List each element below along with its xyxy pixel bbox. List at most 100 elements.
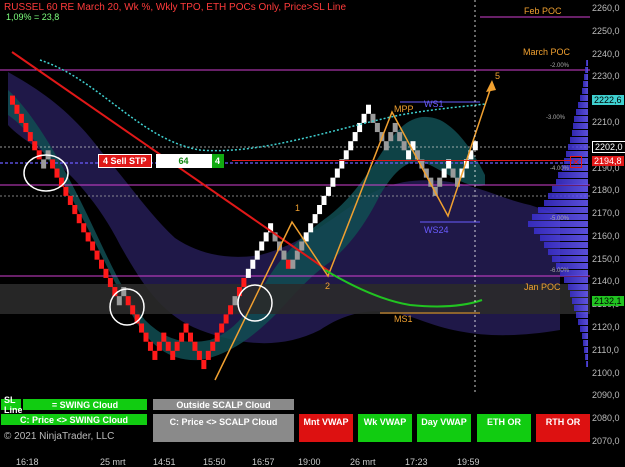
- renko-brick: [388, 132, 394, 142]
- renko-brick: [201, 359, 207, 370]
- copyright-text: © 2021 NinjaTrader, LLC: [4, 431, 115, 442]
- renko-brick: [392, 122, 398, 133]
- renko-brick: [174, 341, 180, 351]
- volume-profile-bar: [574, 305, 588, 311]
- volume-profile-bar: [570, 291, 588, 297]
- mnt-vwap-button[interactable]: Mnt VWAP: [298, 413, 354, 443]
- renko-brick: [259, 241, 265, 251]
- volume-profile-bar: [572, 298, 588, 304]
- volume-profile-bar: [582, 333, 588, 339]
- volume-profile-bar: [578, 319, 588, 325]
- renko-brick: [352, 132, 358, 142]
- volume-profile-bar: [585, 67, 588, 73]
- renko-brick: [27, 132, 33, 142]
- renko-brick: [325, 186, 331, 196]
- volume-profile-bar: [584, 74, 588, 80]
- price-swing-cloud-button[interactable]: C: Price <> SWING Cloud: [0, 413, 148, 426]
- renko-brick: [116, 296, 122, 306]
- price-tag-order: 2194,8: [592, 156, 624, 166]
- renko-brick: [85, 232, 91, 242]
- rth-or-button[interactable]: RTH OR: [535, 413, 591, 443]
- renko-brick: [99, 259, 104, 269]
- renko-brick: [281, 250, 287, 260]
- renko-brick: [241, 277, 247, 288]
- renko-brick: [32, 141, 38, 151]
- price-scalp-cloud-button[interactable]: C: Price <> SCALP Cloud: [152, 413, 295, 443]
- renko-brick: [188, 332, 193, 342]
- price-axis-label: 2120,0: [592, 322, 620, 333]
- volume-profile-bar: [583, 340, 588, 346]
- volume-profile-bar: [576, 109, 588, 115]
- volume-profile-bar: [552, 256, 588, 262]
- renko-brick: [165, 341, 171, 351]
- price-tag-vwap: 2222,6: [592, 95, 624, 105]
- order-line: [232, 160, 572, 161]
- renko-brick: [366, 104, 371, 114]
- renko-brick: [250, 259, 256, 269]
- sl-line-button[interactable]: SL Line: [0, 395, 23, 415]
- renko-brick: [334, 168, 340, 178]
- mpp-label: MPP: [394, 104, 414, 114]
- price-axis-label: 2070,0: [592, 436, 620, 446]
- volume-profile-bar: [568, 284, 588, 290]
- ws24-label: WS24: [424, 225, 449, 235]
- price-axis-label: 2230,0: [592, 71, 620, 82]
- volume-profile-bar: [552, 186, 588, 192]
- price-tag-green: 2132,1: [592, 296, 624, 306]
- renko-brick: [23, 122, 29, 133]
- renko-brick: [72, 204, 78, 215]
- order-count[interactable]: 4: [211, 154, 224, 168]
- pct-label: -5.00%: [550, 216, 570, 222]
- chart-subtitle: 1,09% = 23,8: [6, 12, 60, 22]
- eth-or-button[interactable]: ETH OR: [476, 413, 532, 443]
- renko-brick: [321, 195, 327, 205]
- renko-brick: [361, 113, 367, 123]
- volume-profile-bar: [548, 249, 588, 255]
- volume-profile-bar: [586, 361, 588, 367]
- price-axis-label: 2160,0: [592, 230, 620, 241]
- renko-brick: [343, 150, 349, 160]
- renko-brick: [63, 186, 69, 196]
- ws1-label: WS1: [424, 99, 444, 109]
- outside-scalp-cloud-button[interactable]: Outside SCALP Cloud: [152, 398, 295, 411]
- order-label[interactable]: 4 Sell STP: [98, 154, 152, 168]
- renko-brick: [374, 122, 380, 133]
- swing-cloud-button[interactable]: = SWING Cloud: [22, 398, 148, 411]
- renko-brick: [406, 150, 412, 160]
- wave-1-label: 1: [295, 203, 301, 213]
- volume-profile-bar: [540, 235, 588, 241]
- jan-poc-label: Jan POC: [524, 282, 561, 292]
- close-icon[interactable]: ✕: [570, 156, 582, 168]
- renko-brick: [196, 350, 202, 360]
- price-axis-label: 2250,0: [592, 25, 620, 36]
- pct-label: -6.00%: [550, 268, 570, 274]
- price-axis-label: 2140,0: [592, 276, 620, 287]
- renko-brick: [254, 250, 260, 260]
- volume-profile-bar: [586, 60, 588, 66]
- march-poc-label: March POC: [523, 47, 571, 57]
- renko-brick: [317, 204, 323, 215]
- price-chart[interactable]: [0, 0, 625, 466]
- renko-brick: [205, 350, 211, 360]
- wk-vwap-button[interactable]: Wk VWAP: [357, 413, 413, 443]
- renko-brick: [441, 168, 447, 178]
- volume-profile-bar: [544, 200, 588, 206]
- renko-brick: [152, 350, 158, 360]
- renko-brick: [210, 341, 216, 351]
- renko-brick: [228, 305, 234, 315]
- volume-profile-bar: [534, 228, 588, 234]
- day-vwap-button[interactable]: Day VWAP: [416, 413, 472, 443]
- renko-brick: [139, 323, 145, 333]
- price-axis-label: 2170,0: [592, 208, 620, 219]
- volume-profile-bar: [572, 130, 588, 136]
- renko-brick: [183, 323, 189, 333]
- renko-brick: [299, 241, 305, 251]
- renko-brick: [107, 277, 113, 288]
- order-qty[interactable]: 64: [155, 154, 212, 168]
- renko-brick: [312, 214, 318, 224]
- order-sell-stop[interactable]: 4 Sell STP 64 4: [98, 154, 224, 168]
- price-axis-label: 2080,0: [592, 413, 620, 424]
- volume-profile-bar: [564, 277, 588, 283]
- volume-profile-bar: [576, 312, 588, 318]
- jan-poc-zone: [0, 284, 590, 314]
